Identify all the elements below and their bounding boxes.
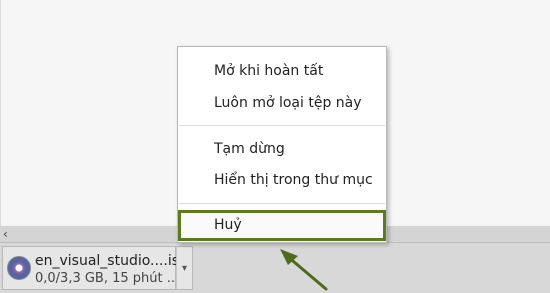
menu-item-open-when-done[interactable]: Mở khi hoàn tất xyxy=(178,57,386,85)
menu-item-pause[interactable]: Tạm dừng xyxy=(178,135,386,163)
chevron-left-icon[interactable]: ‹ xyxy=(3,227,8,241)
menu-item-cancel[interactable]: Huỷ xyxy=(178,210,386,241)
download-item[interactable]: en_visual_studio....iso 0,0/3,3 GB, 15 p… xyxy=(2,246,188,290)
download-context-menu: Mở khi hoàn tất Luôn mở loại tệp này Tạm… xyxy=(177,46,387,243)
download-file-name: en_visual_studio....iso xyxy=(35,253,188,269)
menu-separator xyxy=(179,125,385,126)
download-shelf: en_visual_studio....iso 0,0/3,3 GB, 15 p… xyxy=(0,242,550,293)
download-status: 0,0/3,3 GB, 15 phút ... xyxy=(35,271,180,286)
download-menu-button[interactable]: ▾ xyxy=(176,246,193,290)
menu-separator xyxy=(179,203,385,204)
menu-item-always-open-type[interactable]: Luôn mở loại tệp này xyxy=(178,89,386,117)
chevron-down-icon: ▾ xyxy=(181,262,188,274)
disc-image-icon xyxy=(7,256,31,280)
menu-item-show-in-folder[interactable]: Hiển thị trong thư mục xyxy=(178,166,386,194)
